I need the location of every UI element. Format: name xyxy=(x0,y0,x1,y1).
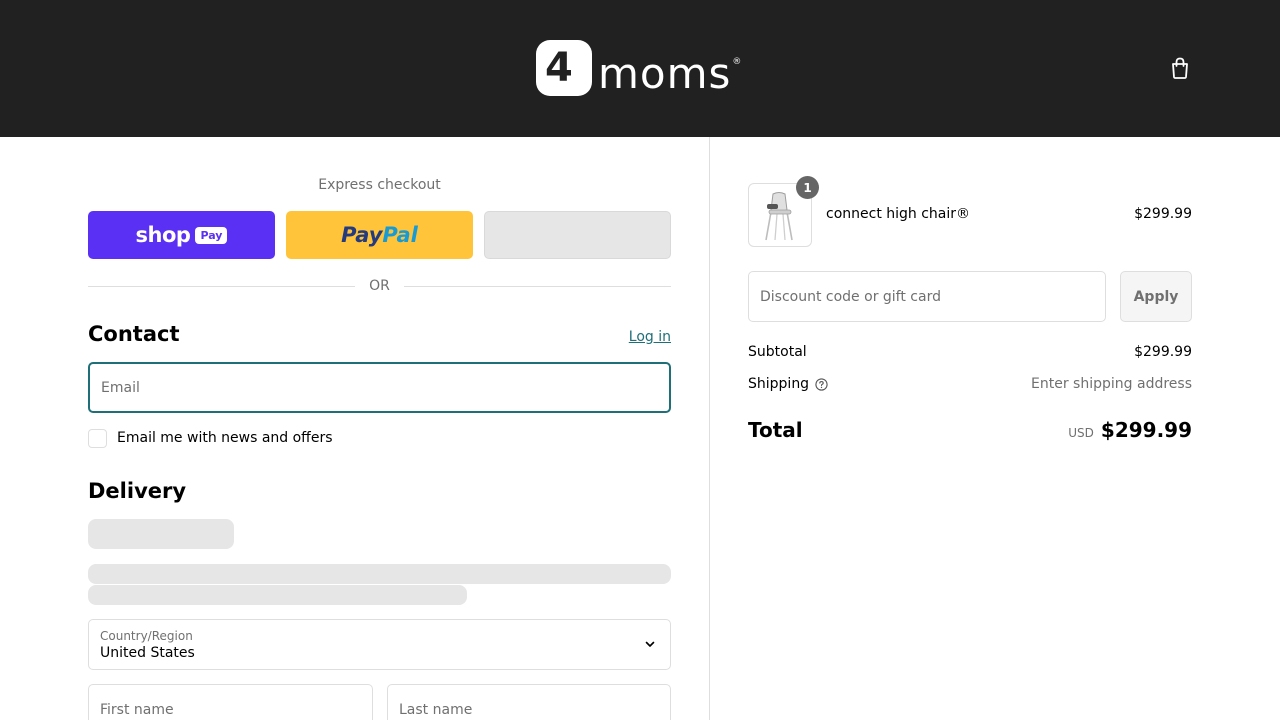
logo-wordmark: moms xyxy=(598,49,732,98)
total-amount: $299.99 xyxy=(1100,418,1192,442)
shop-pay-button[interactable]: shop Pay xyxy=(88,211,275,259)
first-name-input[interactable] xyxy=(89,685,372,720)
paypal-wordmark-pal: Pal xyxy=(382,223,418,247)
country-select-value: United States xyxy=(100,645,195,661)
paypal-wordmark-pay: Pay xyxy=(341,223,383,247)
loading-skeleton xyxy=(88,585,467,605)
newsletter-label[interactable]: Email me with news and offers xyxy=(117,430,333,446)
separator-line-right xyxy=(403,285,671,287)
first-name-field-wrapper xyxy=(88,684,373,720)
express-payment-placeholder xyxy=(484,211,671,259)
apply-discount-button[interactable]: Apply xyxy=(1120,271,1192,322)
logo-trademark: ® xyxy=(732,57,743,67)
express-checkout-label: Express checkout xyxy=(318,177,441,193)
logo-mark-glyph: 4 xyxy=(545,45,573,91)
subtotal-label: Subtotal xyxy=(748,344,807,360)
paypal-button[interactable]: Pay Pal xyxy=(286,211,473,259)
cart-button[interactable] xyxy=(1166,54,1194,82)
shipping-value: Enter shipping address xyxy=(1031,376,1192,392)
last-name-input[interactable] xyxy=(388,685,670,720)
column-divider xyxy=(709,137,710,720)
shopping-bag-icon xyxy=(1172,57,1188,79)
total-label: Total xyxy=(748,418,803,442)
log-in-link[interactable]: Log in xyxy=(620,329,671,345)
product-price: $299.99 xyxy=(1134,206,1192,222)
contact-heading: Contact xyxy=(88,322,180,346)
separator-line-left xyxy=(88,285,356,287)
shipping-label: Shipping xyxy=(748,376,810,392)
quantity-badge: 1 xyxy=(796,176,819,199)
or-separator: OR xyxy=(88,277,671,295)
chevron-down-icon xyxy=(645,641,655,647)
email-input[interactable] xyxy=(90,364,669,411)
logo[interactable]: 4 moms® xyxy=(536,40,742,98)
logo-mark: 4 xyxy=(536,40,592,96)
delivery-heading: Delivery xyxy=(88,479,187,503)
help-circle-icon[interactable] xyxy=(815,377,828,391)
total-currency: USD xyxy=(1068,426,1094,440)
site-header: 4 moms® xyxy=(0,0,1280,137)
email-field-wrapper xyxy=(88,362,671,413)
shipping-label-row: Shipping xyxy=(748,376,828,392)
shop-pay-badge: Pay xyxy=(195,226,228,244)
loading-skeleton xyxy=(88,519,234,549)
or-text: OR xyxy=(369,278,390,294)
country-select-label: Country/Region xyxy=(100,629,193,643)
shop-pay-wordmark: shop xyxy=(135,223,191,247)
newsletter-checkbox[interactable] xyxy=(88,428,107,448)
last-name-field-wrapper xyxy=(387,684,671,720)
country-select[interactable]: Country/Region United States xyxy=(88,619,671,670)
logo-text: moms® xyxy=(598,34,742,102)
discount-field-wrapper xyxy=(748,271,1106,322)
loading-skeleton xyxy=(88,564,671,584)
product-name: connect high chair® xyxy=(826,206,971,222)
newsletter-row: Email me with news and offers xyxy=(88,428,333,448)
subtotal-value: $299.99 xyxy=(1134,344,1192,360)
total-price: USD $299.99 xyxy=(952,418,1192,442)
discount-code-input[interactable] xyxy=(749,272,1105,321)
